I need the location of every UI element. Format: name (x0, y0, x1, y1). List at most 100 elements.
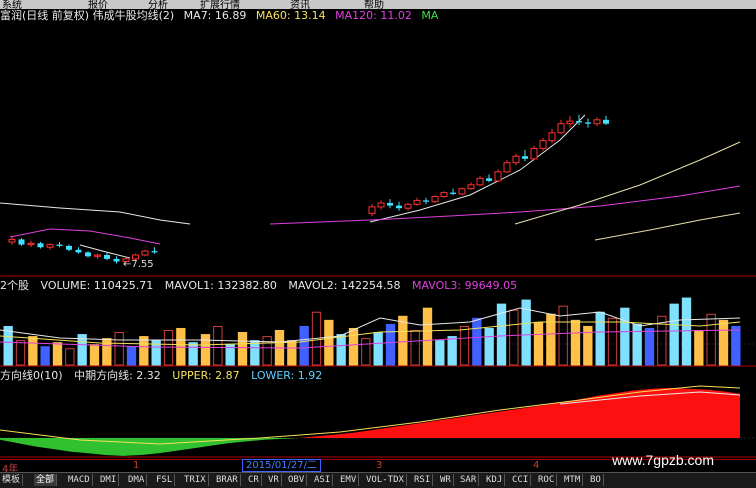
ma7-line-right (369, 114, 586, 223)
mavol3-value: MAVOL3: 99649.05 (412, 279, 518, 292)
volume-bar (299, 325, 309, 366)
tab-sar[interactable]: SAR (458, 474, 480, 486)
candle-body (37, 243, 44, 248)
tab-emv[interactable]: EMV (338, 474, 360, 486)
volume-bar (336, 334, 346, 366)
volume-panel-header: 2个股 VOLUME: 110425.71 MAVOL1: 132382.80 … (0, 279, 525, 292)
volume-value: VOLUME: 110425.71 (40, 279, 154, 292)
volume-bar (620, 307, 630, 366)
volume-bar (102, 338, 112, 366)
tab-asi[interactable]: ASI (312, 474, 334, 486)
candle-body (104, 255, 110, 259)
timeline-mark-3: 3 (376, 460, 383, 471)
candle-body (27, 242, 35, 246)
tab-macd[interactable]: MACD (66, 474, 93, 486)
volume-bar (533, 321, 544, 366)
volume-bar (3, 325, 13, 366)
candle-body (85, 252, 91, 257)
indicator-mid-value: 中期方向线: 2.32 (74, 369, 161, 382)
stock-chart[interactable] (0, 0, 756, 487)
tab-bo[interactable]: BO (588, 474, 604, 486)
candle-body (396, 205, 402, 209)
indicator-tab-bar: 模板 全部 MACD DMI DMA FSL TRIX BRAR CR VR O… (0, 472, 756, 488)
volume-bar (163, 330, 174, 366)
volume-bar (200, 334, 211, 366)
candle-body (539, 140, 547, 149)
volume-bar (262, 336, 272, 366)
timeline-mark-1: 1 (133, 460, 140, 471)
candle-body (151, 251, 158, 253)
tab-kdj[interactable]: KDJ (484, 474, 506, 486)
volume-panel-prefix: 2个股 (0, 279, 29, 292)
volume-bar (632, 323, 642, 366)
candle-body (593, 119, 601, 125)
volume-bar (89, 344, 100, 366)
mavol1-value: MAVOL1: 132382.80 (164, 279, 277, 292)
volume-bar (385, 323, 396, 366)
candle-body (141, 250, 149, 256)
volume-bar (509, 309, 519, 366)
volume-bar (410, 330, 420, 366)
volume-bar (188, 342, 198, 366)
candle-body (75, 249, 82, 253)
candle-body (18, 239, 25, 245)
candle-body (450, 192, 456, 194)
volume-bar (373, 332, 383, 366)
volume-bar (28, 336, 38, 366)
candle-body (548, 132, 556, 142)
tab-rsi[interactable]: RSI (412, 474, 434, 486)
volume-bar (718, 319, 729, 366)
volume-bar (287, 340, 297, 366)
candle-body (467, 184, 475, 190)
watermark: www.7gpzb.com (612, 452, 714, 468)
tab-fsl[interactable]: FSL (154, 474, 176, 486)
indicator-upper-value: UPPER: 2.87 (172, 369, 240, 382)
tab-wr[interactable]: WR (438, 474, 454, 486)
candle-body (494, 171, 502, 182)
candle-body (66, 245, 72, 250)
tab-mtm[interactable]: MTM (562, 474, 584, 486)
volume-bar (361, 338, 371, 366)
tab-brar[interactable]: BRAR (214, 474, 241, 486)
candle-body (56, 244, 63, 246)
volume-bar (595, 311, 605, 366)
candle-body (46, 244, 54, 248)
tab-dmi[interactable]: DMI (98, 474, 120, 486)
volume-bar (250, 340, 260, 366)
tab-roc[interactable]: ROC (536, 474, 558, 486)
volume-bar (52, 342, 63, 366)
low-price-marker: ←7.55 (123, 259, 154, 270)
tab-obv[interactable]: OBV (286, 474, 308, 486)
volume-bar (669, 303, 679, 366)
volume-bar (422, 307, 433, 366)
tab-vol-tdx[interactable]: VOL-TDX (364, 474, 407, 486)
mavol2-value: MAVOL2: 142254.58 (288, 279, 401, 292)
volume-bar (435, 340, 445, 366)
tab-dma[interactable]: DMA (126, 474, 148, 486)
indicator-positive-area (299, 387, 740, 438)
volume-bar (731, 325, 741, 366)
ma60-line (514, 141, 741, 225)
candle-body (404, 203, 412, 209)
candle-body (431, 196, 439, 203)
indicator-negative-area (0, 438, 300, 456)
tab-all[interactable]: 全部 (34, 474, 58, 486)
ma120-line (269, 185, 741, 225)
volume-bar (398, 315, 408, 366)
tab-cci[interactable]: CCI (510, 474, 532, 486)
timeline-mark-4: 4 (533, 460, 540, 471)
candle-body (423, 200, 429, 202)
candle-body (368, 206, 376, 214)
indicator-lower-value: LOWER: 1.92 (251, 369, 323, 382)
volume-bar (694, 330, 704, 366)
candle-body (566, 120, 574, 125)
tab-cr[interactable]: CR (246, 474, 262, 486)
indicator-name: 方向线0(10) (0, 369, 63, 382)
tab-trix[interactable]: TRIX (182, 474, 209, 486)
candle-body (522, 156, 528, 159)
volume-bar (126, 346, 137, 366)
candle-body (8, 238, 16, 243)
tab-template[interactable]: 模板 (0, 474, 24, 486)
tab-vr[interactable]: VR (266, 474, 282, 486)
candle-body (512, 155, 520, 164)
